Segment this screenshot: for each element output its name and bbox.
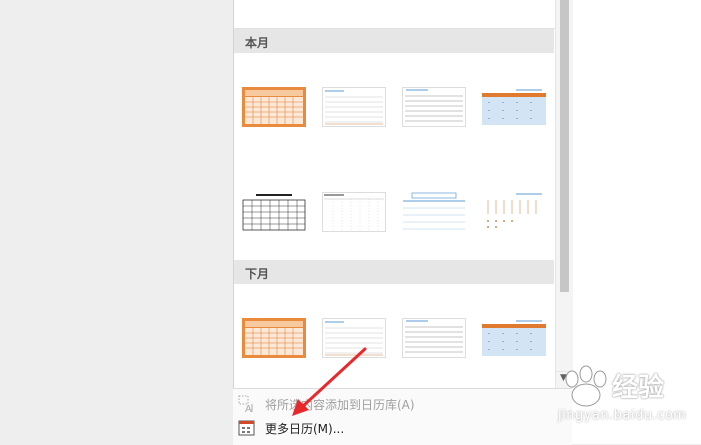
left-background xyxy=(0,0,233,444)
more-calendars-item[interactable]: 更多日历(M)... xyxy=(233,417,572,439)
section-header-next-month: 下月 xyxy=(234,260,554,284)
add-selection-label: 将所选内容添加到日历库(A) xyxy=(265,398,415,412)
calendar-thumb-orange[interactable] xyxy=(242,87,306,127)
calendar-icon xyxy=(238,419,256,437)
more-calendars-label: 更多日历(M)... xyxy=(265,422,345,436)
calendar-thumb-teal[interactable] xyxy=(402,192,466,232)
gallery-scrollbar[interactable]: ▼ xyxy=(555,0,573,388)
add-selection-to-gallery-item[interactable]: A 将所选内容添加到日历库(A) xyxy=(233,393,572,415)
watermark-text: 经验 xyxy=(612,373,665,403)
baidu-jingyan-watermark: 经验 jingyan.baidu.com xyxy=(558,365,701,425)
calendar-thumb-vertical[interactable] xyxy=(482,192,546,232)
previous-section-tail xyxy=(234,0,556,29)
calendar-thumb-notes-next[interactable] xyxy=(402,318,466,358)
watermark-url: jingyan.baidu.com xyxy=(558,408,687,423)
calendar-thumb-lined[interactable] xyxy=(322,87,386,127)
calendar-thumb-dotted[interactable] xyxy=(322,192,386,232)
section-title: 本月 xyxy=(245,36,270,50)
calendar-thumb-blue-next[interactable] xyxy=(482,318,546,358)
calendar-thumb-blue[interactable] xyxy=(482,87,546,127)
section-header-this-month: 本月 xyxy=(234,29,554,53)
paw-logo-icon xyxy=(565,365,607,407)
svg-text:A: A xyxy=(245,404,252,413)
calendar-thumb-orange-next[interactable] xyxy=(242,318,306,358)
section-title: 下月 xyxy=(245,267,270,281)
gallery-footer-menu: A 将所选内容添加到日历库(A) 更多日历(M)... xyxy=(233,388,572,445)
calendar-gallery-panel: 本月 下月 xyxy=(233,0,556,444)
add-to-gallery-icon: A xyxy=(238,395,256,415)
calendar-thumb-notes[interactable] xyxy=(402,87,466,127)
scrollbar-thumb[interactable] xyxy=(560,0,569,292)
calendar-thumb-bold-grid[interactable] xyxy=(242,192,306,232)
calendar-thumb-lined-next[interactable] xyxy=(322,318,386,358)
